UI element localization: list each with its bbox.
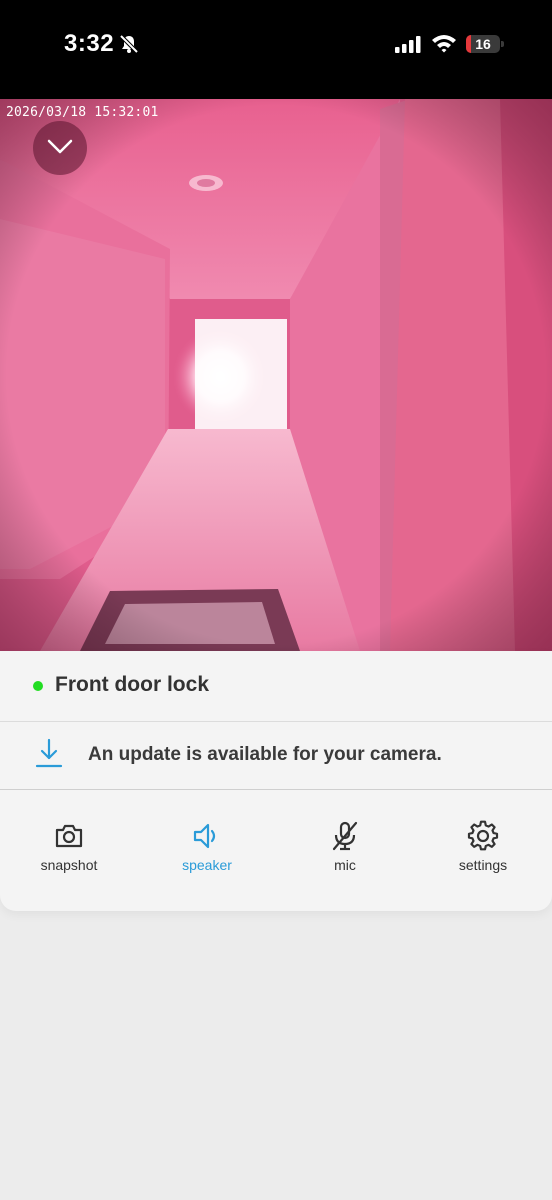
device-name: Front door lock xyxy=(55,673,209,696)
cellular-signal-icon xyxy=(395,35,421,58)
camera-icon xyxy=(55,824,83,848)
battery-level: 16 xyxy=(475,36,491,52)
battery-nub xyxy=(501,41,504,47)
speaker-icon xyxy=(193,823,216,849)
speaker-button[interactable]: speaker xyxy=(152,820,262,890)
download-icon xyxy=(35,738,63,768)
camera-feed[interactable]: 2026/03/18 15:32:01 xyxy=(0,99,552,651)
settings-button[interactable]: settings xyxy=(428,820,538,890)
camera-image xyxy=(0,99,552,651)
collapse-button[interactable] xyxy=(33,121,87,175)
battery-icon: 16 xyxy=(466,35,500,53)
speaker-label: speaker xyxy=(182,857,232,873)
online-status-dot xyxy=(33,681,43,691)
status-bar: 3:32 16 xyxy=(0,0,552,99)
snapshot-label: snapshot xyxy=(40,857,98,873)
mic-off-icon xyxy=(332,821,358,851)
camera-panel: Front door lock An update is available f… xyxy=(0,651,552,911)
update-banner[interactable]: An update is available for your camera. xyxy=(0,722,552,790)
update-message: An update is available for your camera. xyxy=(88,744,442,765)
control-bar: snapshot speaker mic settings xyxy=(0,790,552,911)
bell-slash-icon xyxy=(118,33,140,60)
mic-label: mic xyxy=(334,857,356,873)
chevron-down-icon xyxy=(47,139,73,154)
camera-timestamp: 2026/03/18 15:32:01 xyxy=(6,105,159,120)
device-row[interactable]: Front door lock xyxy=(0,651,552,722)
settings-label: settings xyxy=(458,857,508,873)
status-time: 3:32 xyxy=(64,30,115,57)
snapshot-button[interactable]: snapshot xyxy=(14,820,124,890)
wifi-icon xyxy=(431,33,457,58)
gear-icon xyxy=(467,820,499,851)
mic-button[interactable]: mic xyxy=(290,820,400,890)
